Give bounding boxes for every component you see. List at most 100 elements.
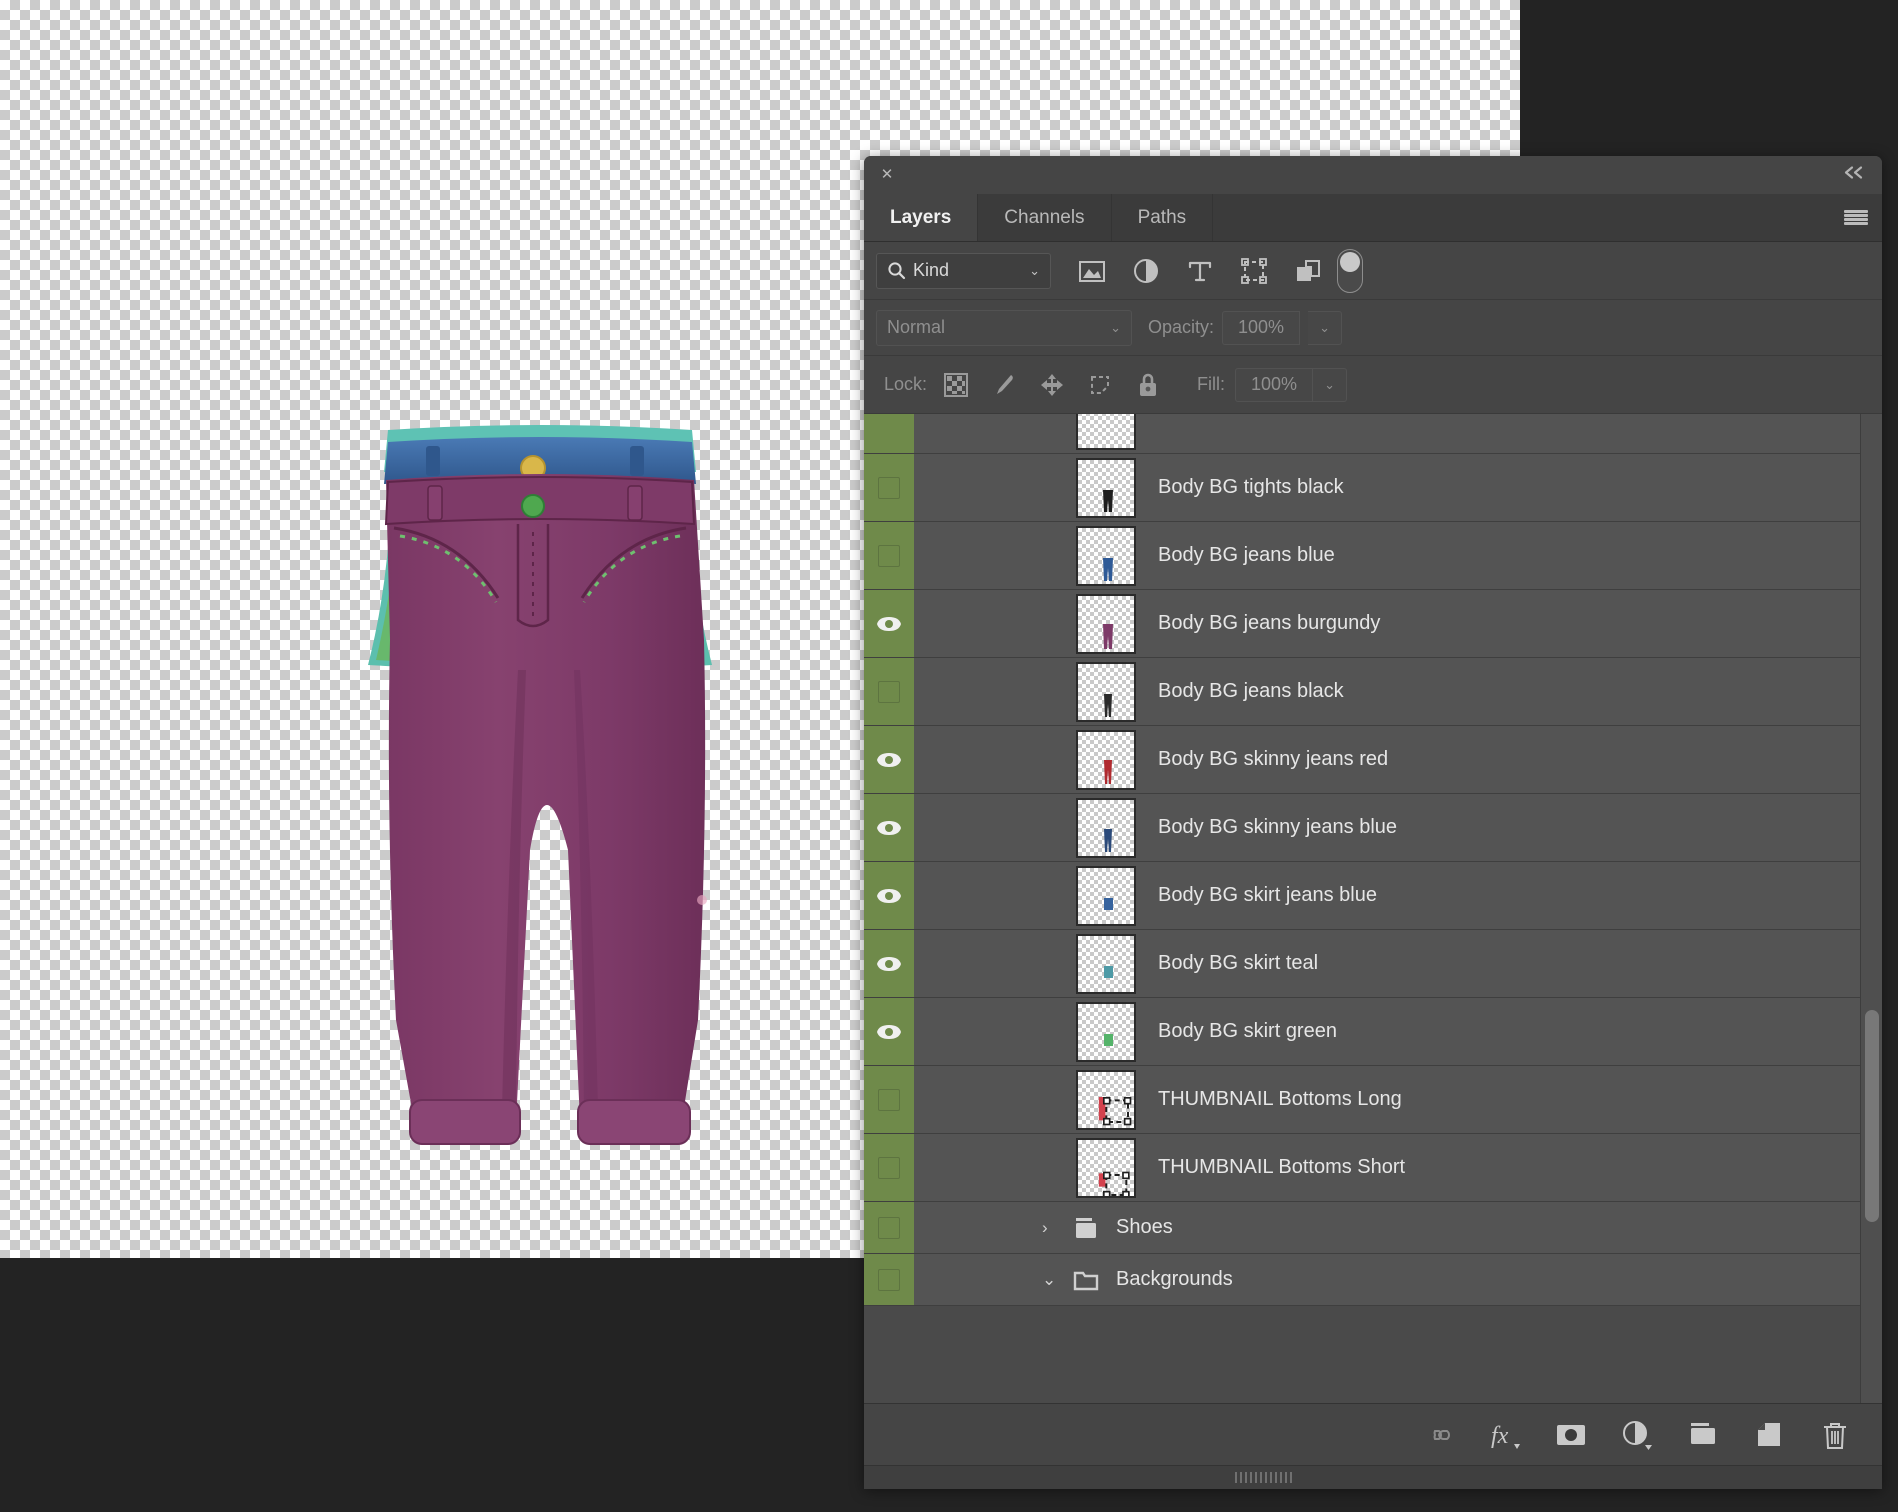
layer-color-label[interactable] <box>864 1254 914 1305</box>
layer-name[interactable]: Body BG jeans black <box>1140 658 1860 725</box>
lock-artboard-nesting-icon[interactable] <box>1087 372 1113 398</box>
layer-name[interactable] <box>1140 414 1860 453</box>
layer-name[interactable]: THUMBNAIL Bottoms Short <box>1140 1134 1860 1201</box>
layer-thumbnail[interactable] <box>1076 865 1136 926</box>
layer-color-label[interactable] <box>864 658 914 725</box>
group-name[interactable]: Shoes <box>1116 1216 1173 1239</box>
layer-thumbnail[interactable] <box>1076 414 1136 450</box>
table-row[interactable]: Body BG jeans burgundy <box>864 590 1860 658</box>
visibility-toggle-off[interactable] <box>878 476 900 499</box>
table-row[interactable]: Body BG skinny jeans red <box>864 726 1860 794</box>
visibility-toggle-off[interactable] <box>878 544 900 567</box>
adjustment-layer-icon[interactable] <box>1620 1418 1654 1452</box>
table-row[interactable]: Body BG skirt green <box>864 998 1860 1066</box>
layer-color-label[interactable] <box>864 930 914 997</box>
layers-list[interactable]: Body BG tights black Body BG jeans blue <box>864 414 1882 1403</box>
collapse-panel-icon[interactable] <box>1842 165 1868 186</box>
layers-vertical-scrollbar[interactable] <box>1860 414 1882 1403</box>
new-group-icon[interactable] <box>1686 1418 1720 1452</box>
lock-all-icon[interactable] <box>1135 372 1161 398</box>
tab-channels[interactable]: Channels <box>978 194 1112 241</box>
link-layers-icon[interactable] <box>1422 1418 1456 1452</box>
layer-color-label[interactable] <box>864 590 914 657</box>
shape-layer-filter-icon[interactable] <box>1239 256 1269 286</box>
layer-color-label[interactable] <box>864 998 914 1065</box>
layer-color-label[interactable] <box>864 1202 914 1253</box>
layer-thumbnail[interactable] <box>1076 1069 1136 1130</box>
opacity-stepper[interactable]: ⌄ <box>1308 310 1343 345</box>
table-row[interactable]: › Shoes <box>864 1202 1860 1254</box>
adjustment-layer-filter-icon[interactable] <box>1131 256 1161 286</box>
layer-name[interactable]: Body BG skirt teal <box>1140 930 1860 997</box>
new-layer-icon[interactable] <box>1752 1418 1786 1452</box>
layer-thumbnail[interactable] <box>1076 1137 1136 1198</box>
fill-input[interactable]: 100% <box>1235 367 1314 402</box>
group-name[interactable]: Backgrounds <box>1116 1268 1233 1291</box>
layer-thumbnail[interactable] <box>1076 1001 1136 1062</box>
layer-color-label[interactable] <box>864 1134 914 1201</box>
visibility-toggle-off[interactable] <box>878 680 900 703</box>
close-icon[interactable]: ✕ <box>878 166 896 184</box>
panel-resize-grip[interactable] <box>864 1465 1882 1489</box>
table-row[interactable]: THUMBNAIL Bottoms Short <box>864 1134 1860 1202</box>
layer-color-label[interactable] <box>864 1066 914 1133</box>
layer-thumbnail[interactable] <box>1076 797 1136 858</box>
layer-name[interactable]: Body BG jeans blue <box>1140 522 1860 589</box>
opacity-input[interactable]: 100% <box>1222 310 1301 345</box>
layer-name[interactable]: THUMBNAIL Bottoms Long <box>1140 1066 1860 1133</box>
tab-paths[interactable]: Paths <box>1112 194 1214 241</box>
table-row[interactable]: Body BG skirt teal <box>864 930 1860 998</box>
lock-image-pixels-icon[interactable] <box>991 372 1017 398</box>
scrollbar-thumb[interactable] <box>1865 1010 1879 1222</box>
layer-thumbnail[interactable] <box>1076 933 1136 994</box>
table-row[interactable]: ⌄ Backgrounds <box>864 1254 1860 1306</box>
visibility-toggle-on[interactable] <box>876 1023 902 1041</box>
layer-color-label[interactable] <box>864 794 914 861</box>
layer-thumbnail[interactable] <box>1076 593 1136 654</box>
layer-color-label[interactable] <box>864 726 914 793</box>
visibility-toggle-off[interactable] <box>878 1268 900 1291</box>
type-layer-filter-icon[interactable] <box>1185 256 1215 286</box>
chevron-right-icon[interactable]: › <box>1042 1218 1058 1238</box>
pixel-layer-filter-icon[interactable] <box>1077 256 1107 286</box>
tab-layers[interactable]: Layers <box>864 194 979 241</box>
layer-color-label[interactable] <box>864 522 914 589</box>
lock-position-icon[interactable] <box>1039 372 1065 398</box>
layer-name[interactable]: Body BG skinny jeans blue <box>1140 794 1860 861</box>
fill-stepper[interactable]: ⌄ <box>1313 367 1348 402</box>
layer-thumbnail[interactable] <box>1076 457 1136 518</box>
layer-mask-icon[interactable] <box>1554 1418 1588 1452</box>
visibility-toggle-on[interactable] <box>876 955 902 973</box>
visibility-toggle-on[interactable] <box>876 887 902 905</box>
layer-name[interactable]: Body BG jeans burgundy <box>1140 590 1860 657</box>
smart-object-filter-icon[interactable] <box>1293 256 1323 286</box>
layer-thumbnail[interactable] <box>1076 661 1136 722</box>
table-row[interactable]: Body BG tights black <box>864 454 1860 522</box>
panel-menu-icon[interactable] <box>1842 208 1870 228</box>
visibility-toggle-on[interactable] <box>876 751 902 769</box>
layer-color-label[interactable] <box>864 454 914 521</box>
filter-kind-select[interactable]: Kind ⌄ <box>876 252 1051 289</box>
layer-color-label[interactable] <box>864 414 914 453</box>
table-row[interactable]: Body BG skinny jeans blue <box>864 794 1860 862</box>
layer-name[interactable]: Body BG skirt jeans blue <box>1140 862 1860 929</box>
visibility-toggle-off[interactable] <box>878 1216 900 1239</box>
layer-thumbnail[interactable] <box>1076 729 1136 790</box>
layer-name[interactable]: Body BG tights black <box>1140 454 1860 521</box>
layer-style-fx-icon[interactable]: fx <box>1488 1418 1522 1452</box>
layer-name[interactable]: Body BG skirt green <box>1140 998 1860 1065</box>
layer-name[interactable]: Body BG skinny jeans red <box>1140 726 1860 793</box>
lock-transparent-pixels-icon[interactable] <box>943 372 969 398</box>
blend-mode-select[interactable]: Normal ⌄ <box>876 309 1132 346</box>
table-row[interactable]: Body BG skirt jeans blue <box>864 862 1860 930</box>
visibility-toggle-off[interactable] <box>878 1088 900 1111</box>
table-row[interactable]: THUMBNAIL Bottoms Long <box>864 1066 1860 1134</box>
table-row[interactable]: Body BG jeans blue <box>864 522 1860 590</box>
delete-layer-icon[interactable] <box>1818 1418 1852 1452</box>
table-row[interactable]: Body BG jeans black <box>864 658 1860 726</box>
layer-thumbnail[interactable] <box>1076 525 1136 586</box>
table-row[interactable] <box>864 414 1860 454</box>
visibility-toggle-on[interactable] <box>876 615 902 633</box>
layer-color-label[interactable] <box>864 862 914 929</box>
filter-enable-toggle[interactable] <box>1337 248 1363 293</box>
